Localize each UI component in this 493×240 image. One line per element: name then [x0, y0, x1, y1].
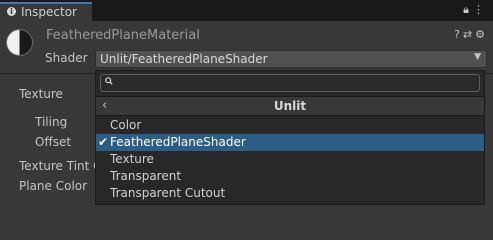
- texture-property-label: Texture: [19, 87, 63, 101]
- list-item-label: FeatheredPlaneShader: [110, 135, 246, 149]
- tab-inspector[interactable]: i Inspector: [0, 2, 92, 21]
- breadcrumb-title: Unlit: [273, 99, 307, 113]
- list-item-label: Transparent Cutout: [110, 186, 226, 200]
- lock-icon[interactable]: 🔒︎: [463, 3, 473, 16]
- menu-icon[interactable]: ⋮: [473, 3, 488, 16]
- shader-dropdown[interactable]: Unlit/FeatheredPlaneShader ▼: [95, 50, 487, 68]
- breadcrumb: ‹ Unlit: [96, 96, 484, 116]
- shader-item-color[interactable]: Color: [96, 117, 484, 134]
- tiling-label: Tiling: [35, 115, 68, 129]
- shader-item-transparent[interactable]: Transparent: [96, 168, 484, 185]
- list-item-label: Color: [110, 118, 142, 132]
- shader-popup: ‹ Unlit Color ✔ FeatheredPlaneShader Text…: [95, 70, 485, 205]
- shader-item-transparent-cutout[interactable]: Transparent Cutout: [96, 185, 484, 202]
- help-icon[interactable]: ?: [454, 28, 463, 41]
- list-item-label: Transparent: [110, 169, 182, 183]
- shader-item-texture[interactable]: Texture: [96, 151, 484, 168]
- preset-icon[interactable]: ⇄: [463, 28, 475, 41]
- shader-item-featheredplaneshader[interactable]: ✔ FeatheredPlaneShader: [96, 134, 484, 151]
- tab-bar: i Inspector 🔒︎⋮: [0, 0, 493, 21]
- material-name: FeatheredPlaneMaterial: [46, 28, 200, 43]
- shader-label: Shader: [45, 51, 88, 65]
- material-preview-icon: [6, 29, 33, 56]
- plane-color-label: Plane Color: [19, 179, 88, 193]
- list-item-label: Texture: [110, 152, 154, 166]
- search-icon: [105, 77, 113, 85]
- gear-icon[interactable]: ⚙: [475, 28, 488, 41]
- shader-value: Unlit/FeatheredPlaneShader: [100, 52, 268, 66]
- texture-tint-label: Texture Tint C: [19, 159, 95, 173]
- search-field[interactable]: [100, 74, 480, 92]
- checkmark-icon: ✔: [98, 135, 109, 149]
- offset-label: Offset: [35, 135, 72, 149]
- tab-label: Inspector: [21, 5, 77, 19]
- info-icon: i: [7, 7, 16, 16]
- chevron-down-icon: ▼: [474, 52, 481, 62]
- header-controls: ?⇄⚙: [454, 28, 488, 41]
- tab-controls: 🔒︎⋮: [463, 3, 488, 17]
